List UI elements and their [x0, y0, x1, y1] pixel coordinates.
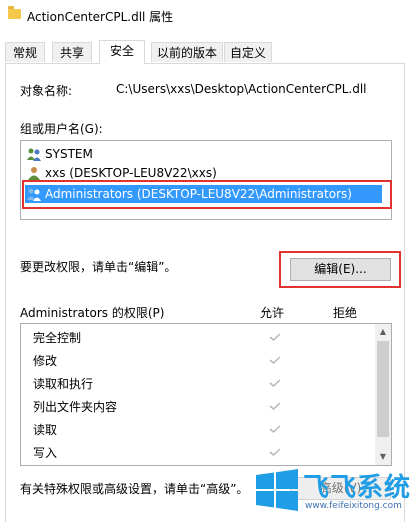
checkmark-icon — [269, 333, 281, 341]
windows-logo-icon — [256, 469, 298, 511]
permissions-list[interactable]: 完全控制 修改 读取和执行 列出文件夹内容 读取 写入 ▲ ▼ — [20, 323, 392, 466]
watermark-logo: 飞飞系统 www.feifeixitong.com — [255, 465, 410, 522]
checkmark-icon — [269, 356, 281, 364]
permission-row: 列出文件夹内容 — [21, 396, 376, 419]
checkmark-icon — [269, 448, 281, 456]
title-bar: ActionCenterCPL.dll 属性 — [0, 0, 410, 34]
watermark-url: www.feifeixitong.com — [305, 501, 402, 511]
tab-sharing[interactable]: 共享 — [52, 42, 92, 62]
allow-header: 允许 — [260, 306, 285, 320]
permission-name: 完全控制 — [33, 331, 82, 345]
checkmark-icon — [269, 402, 281, 410]
scroll-up-icon[interactable]: ▲ — [375, 324, 391, 340]
checkmark-icon — [269, 379, 281, 387]
permission-name: 写入 — [33, 446, 58, 460]
object-name-label: 对象名称: — [20, 84, 73, 98]
object-name-value: C:\Users\xxs\Desktop\ActionCenterCPL.dll — [116, 82, 367, 96]
permission-row: 写入 — [21, 442, 376, 465]
permissions-scrollbar[interactable]: ▲ ▼ — [375, 324, 391, 465]
scroll-down-icon[interactable]: ▼ — [375, 449, 391, 465]
tab-customize[interactable]: 自定义 — [224, 42, 272, 62]
permission-name: 读取和执行 — [33, 377, 94, 391]
folder-icon — [8, 6, 21, 19]
advanced-hint: 有关特殊权限或高级设置，请单击“高级”。 — [20, 482, 249, 496]
annotation-highlight-user — [22, 180, 392, 209]
permission-row: 完全控制 — [21, 327, 376, 350]
groups-label: 组或用户名(G): — [20, 122, 103, 136]
watermark-brand: 飞飞系统 — [303, 473, 410, 503]
permission-row: 修改 — [21, 350, 376, 373]
permissions-label: Administrators 的权限(P) — [20, 306, 165, 320]
tab-security[interactable]: 安全 — [99, 40, 145, 64]
permission-name: 列出文件夹内容 — [33, 400, 118, 414]
permission-row: 读取 — [21, 419, 376, 442]
tab-strip: 常规 共享 安全 以前的版本 自定义 — [0, 40, 410, 64]
permission-row: 读取和执行 — [21, 373, 376, 396]
tab-previous-versions[interactable]: 以前的版本 — [151, 42, 223, 62]
permission-name: 读取 — [33, 423, 58, 437]
deny-header: 拒绝 — [333, 306, 358, 320]
edit-button[interactable]: 编辑(E)... — [290, 258, 391, 281]
user-name: SYSTEM — [45, 147, 93, 161]
scroll-thumb[interactable] — [377, 341, 389, 437]
checkmark-icon — [269, 425, 281, 433]
window-title: ActionCenterCPL.dll 属性 — [27, 10, 174, 24]
permission-name: 修改 — [33, 354, 58, 368]
user-icon — [28, 167, 40, 180]
change-hint: 要更改权限，请单击“编辑”。 — [20, 260, 177, 274]
users-group-icon — [27, 148, 41, 161]
tab-general[interactable]: 常规 — [5, 42, 45, 62]
